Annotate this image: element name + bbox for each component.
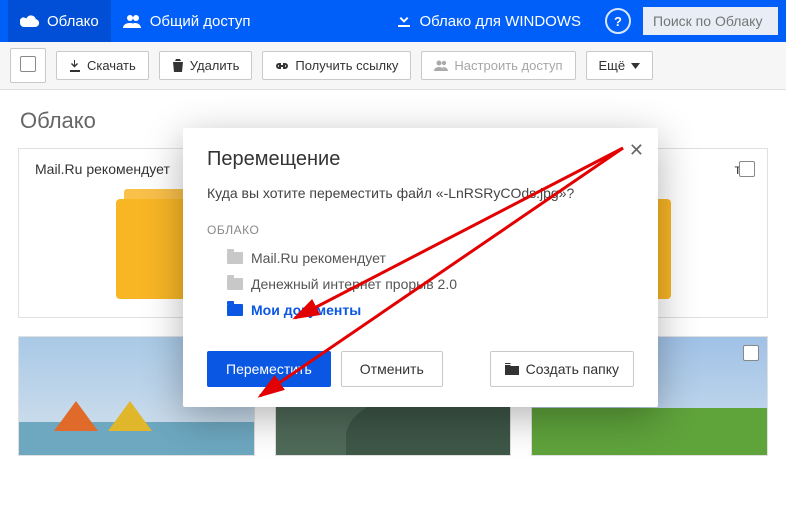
chevron-down-icon [631, 63, 640, 69]
folder-small-icon [227, 278, 243, 290]
select-all-checkbox[interactable] [10, 48, 46, 83]
folder-small-icon [227, 252, 243, 264]
tree-item-label: Денежный интернет прорыв 2.0 [251, 276, 457, 292]
cancel-button[interactable]: Отменить [341, 351, 443, 387]
delete-label: Удалить [190, 58, 240, 73]
help-button[interactable]: ? [605, 8, 631, 34]
people-small-icon [434, 60, 448, 71]
cloud-icon [20, 14, 40, 28]
configure-access-button[interactable]: Настроить доступ [421, 51, 575, 80]
folder-plus-icon [505, 363, 519, 375]
topbar: Облако Общий доступ Облако для WINDOWS ? [0, 0, 786, 42]
tree-item-label: Мои документы [251, 302, 361, 318]
tree-item[interactable]: Денежный интернет прорыв 2.0 [207, 271, 634, 297]
nav-windows-label: Облако для WINDOWS [419, 13, 581, 30]
dialog-close-button[interactable]: ✕ [629, 140, 644, 161]
download-button[interactable]: Скачать [56, 51, 149, 80]
people-icon [123, 14, 143, 28]
toolbar: Скачать Удалить Получить ссылку Настроит… [0, 42, 786, 90]
nav-cloud-label: Облако [47, 13, 99, 30]
tree-item-label: Mail.Ru рекомендует [251, 250, 386, 266]
link-icon [275, 60, 289, 72]
more-button[interactable]: Ещё [586, 51, 654, 80]
nav-cloud[interactable]: Облако [8, 0, 111, 42]
tree-item[interactable]: Mail.Ru рекомендует [207, 245, 634, 271]
nav-shared-label: Общий доступ [150, 13, 251, 30]
configure-access-label: Настроить доступ [454, 58, 562, 73]
tree-header: ОБЛАКО [207, 223, 634, 237]
dialog-footer: Переместить Отменить Создать папку [207, 351, 634, 387]
download-label: Скачать [87, 58, 136, 73]
folder-tree: Mail.Ru рекомендует Денежный интернет пр… [207, 245, 634, 323]
download-icon [396, 13, 412, 29]
download-arrow-icon [69, 60, 81, 72]
nav-windows[interactable]: Облако для WINDOWS [384, 0, 593, 42]
more-label: Ещё [599, 58, 626, 73]
new-folder-button[interactable]: Создать папку [490, 351, 634, 387]
get-link-label: Получить ссылку [295, 58, 398, 73]
thumb-checkbox[interactable] [743, 345, 759, 364]
delete-button[interactable]: Удалить [159, 51, 253, 80]
nav-shared[interactable]: Общий доступ [111, 0, 263, 42]
move-dialog: ✕ Перемещение Куда вы хотите переместить… [183, 128, 658, 407]
tree-item-selected[interactable]: Мои документы [207, 297, 634, 323]
move-button[interactable]: Переместить [207, 351, 331, 387]
dialog-title: Перемещение [207, 148, 634, 171]
folder-checkbox[interactable] [739, 161, 755, 180]
get-link-button[interactable]: Получить ссылку [262, 51, 411, 80]
folder-small-icon [227, 304, 243, 316]
dialog-question: Куда вы хотите переместить файл «-LnRSRy… [207, 185, 634, 201]
search-input[interactable] [643, 7, 778, 35]
trash-icon [172, 59, 184, 72]
